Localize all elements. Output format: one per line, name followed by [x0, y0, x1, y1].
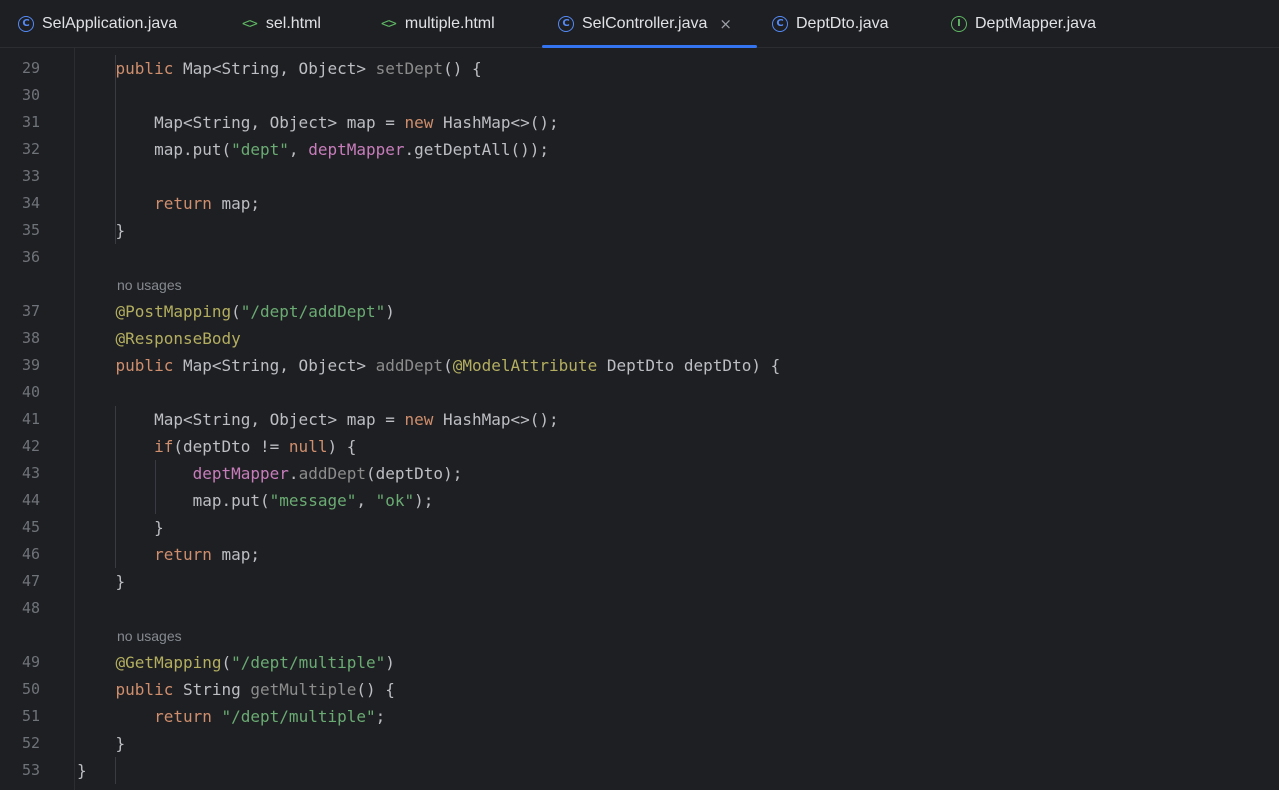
- line-number: 31: [21, 113, 40, 131]
- code-line[interactable]: 36: [0, 244, 1279, 271]
- line-number: 35: [21, 221, 40, 239]
- usage-hint[interactable]: no usages: [117, 272, 182, 299]
- close-icon[interactable]: ×: [719, 15, 732, 33]
- line-number: 42: [21, 437, 40, 455]
- tab-selapplication-java[interactable]: C SelApplication.java: [18, 0, 177, 47]
- code-text: public String getMultiple() {: [115, 680, 395, 699]
- line-number: 44: [21, 491, 40, 509]
- code-line[interactable]: 41 Map<String, Object> map = new HashMap…: [0, 406, 1279, 433]
- code-line[interactable]: 52 }: [0, 730, 1279, 757]
- code-line[interactable]: 35 }: [0, 217, 1279, 244]
- code-text: }: [77, 221, 126, 240]
- class-icon: C: [772, 15, 788, 32]
- interface-icon: I: [951, 15, 967, 32]
- code-line[interactable]: 44 map.put("message", "ok");: [0, 487, 1279, 514]
- code-text: return "/dept/multiple";: [154, 707, 386, 726]
- code-text: @ResponseBody: [115, 329, 241, 348]
- html-icon: <>: [381, 15, 397, 32]
- code-line[interactable]: 46 return map;: [0, 541, 1279, 568]
- line-number: 39: [21, 356, 40, 374]
- tab-deptdto-java[interactable]: C DeptDto.java: [772, 0, 889, 47]
- line-number: 46: [21, 545, 40, 563]
- line-number: 38: [21, 329, 40, 347]
- code-text: Map<String, Object> map = new HashMap<>(…: [77, 410, 559, 429]
- code-text: public Map<String, Object> addDept(@Mode…: [115, 356, 781, 375]
- tab-label: sel.html: [265, 14, 321, 32]
- code-text: return map;: [154, 194, 261, 213]
- tab-label: multiple.html: [404, 14, 495, 32]
- line-number: 29: [21, 59, 40, 77]
- line-number: 45: [21, 518, 40, 536]
- html-icon: <>: [242, 15, 258, 32]
- class-icon: C: [18, 15, 34, 32]
- code-line[interactable]: 50 public String getMultiple() {: [0, 676, 1279, 703]
- line-number: 51: [21, 707, 40, 725]
- code-text: }: [77, 734, 126, 753]
- code-line[interactable]: 38 @ResponseBody: [0, 325, 1279, 352]
- tab-sel-html[interactable]: <> sel.html: [242, 0, 321, 47]
- line-number: 52: [21, 734, 40, 752]
- editor-tab-bar: C SelApplication.java <> sel.html <> mul…: [0, 0, 1279, 48]
- code-line[interactable]: 45 }: [0, 514, 1279, 541]
- tab-selcontroller-java[interactable]: C SelController.java ×: [542, 0, 757, 48]
- tab-label: SelApplication.java: [42, 14, 178, 32]
- code-line[interactable]: 39 public Map<String, Object> addDept(@M…: [0, 352, 1279, 379]
- line-number: 47: [21, 572, 40, 590]
- line-number: 32: [21, 140, 40, 158]
- tab-label: DeptMapper.java: [975, 14, 1096, 32]
- usage-hint[interactable]: no usages: [117, 623, 182, 650]
- line-number: 36: [21, 248, 40, 266]
- line-number: 30: [21, 86, 40, 104]
- line-number: 33: [21, 167, 40, 185]
- line-number: 49: [21, 653, 40, 671]
- tab-label: DeptDto.java: [796, 14, 889, 32]
- code-text: @PostMapping("/dept/addDept"): [115, 302, 395, 321]
- code-line[interactable]: 32 map.put("dept", deptMapper.getDeptAll…: [0, 136, 1279, 163]
- line-number: 43: [21, 464, 40, 482]
- code-text: Map<String, Object> map = new HashMap<>(…: [77, 113, 559, 132]
- code-line[interactable]: 47 }: [0, 568, 1279, 595]
- code-line[interactable]: 34 return map;: [0, 190, 1279, 217]
- code-line[interactable]: 51 return "/dept/multiple";: [0, 703, 1279, 730]
- code-line[interactable]: 30: [0, 82, 1279, 109]
- code-line[interactable]: 33: [0, 163, 1279, 190]
- line-number: 41: [21, 410, 40, 428]
- code-text: map.put("message", "ok");: [77, 491, 434, 510]
- code-line[interactable]: 29 public Map<String, Object> setDept() …: [0, 55, 1279, 82]
- code-line[interactable]: 31 Map<String, Object> map = new HashMap…: [0, 109, 1279, 136]
- code-text: }: [77, 761, 87, 780]
- code-line[interactable]: 53}: [0, 757, 1279, 784]
- tab-label: SelController.java: [582, 14, 708, 32]
- code-line[interactable]: 37 @PostMapping("/dept/addDept"): [0, 298, 1279, 325]
- code-line[interactable]: 48: [0, 595, 1279, 622]
- line-number: 34: [21, 194, 40, 212]
- tab-deptmapper-java[interactable]: I DeptMapper.java: [951, 0, 1096, 47]
- code-text: return map;: [154, 545, 261, 564]
- code-text: public Map<String, Object> setDept() {: [115, 59, 482, 78]
- code-text: deptMapper.addDept(deptDto);: [192, 464, 463, 483]
- tab-multiple-html[interactable]: <> multiple.html: [381, 0, 495, 47]
- line-number: 53: [21, 761, 40, 779]
- code-text: }: [77, 518, 164, 537]
- code-text: @GetMapping("/dept/multiple"): [115, 653, 395, 672]
- code-line[interactable]: 43 deptMapper.addDept(deptDto);: [0, 460, 1279, 487]
- class-icon: C: [558, 15, 574, 32]
- code-line[interactable]: 40: [0, 379, 1279, 406]
- line-number: 48: [21, 599, 40, 617]
- code-text: }: [77, 572, 126, 591]
- code-line[interactable]: 42 if(deptDto != null) {: [0, 433, 1279, 460]
- code-editor[interactable]: no usages no usages 29 public Map<String…: [0, 48, 1279, 790]
- code-text: map.put("dept", deptMapper.getDeptAll())…: [77, 140, 550, 159]
- line-number: 50: [21, 680, 40, 698]
- code-text: if(deptDto != null) {: [154, 437, 357, 456]
- code-line[interactable]: 49 @GetMapping("/dept/multiple"): [0, 649, 1279, 676]
- line-number: 40: [21, 383, 40, 401]
- line-number: 37: [21, 302, 40, 320]
